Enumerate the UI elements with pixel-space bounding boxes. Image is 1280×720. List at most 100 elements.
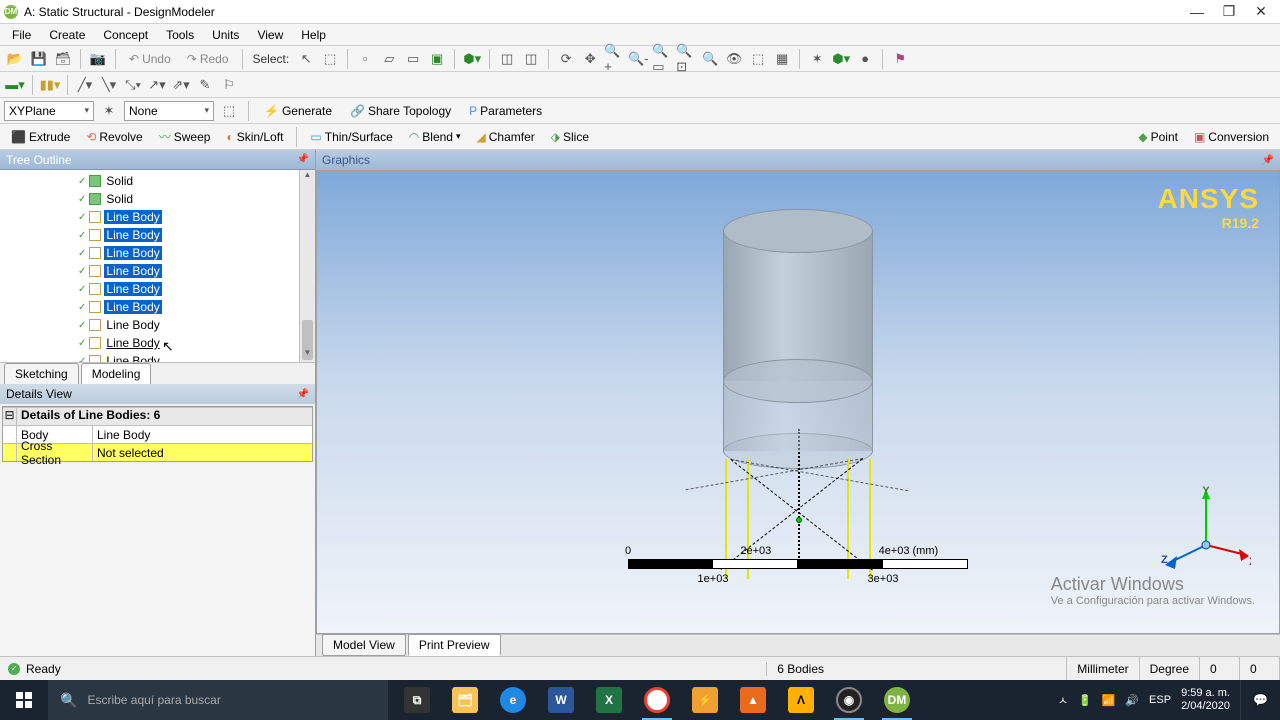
- app-designmodeler[interactable]: DM: [874, 680, 920, 720]
- tree-list[interactable]: ✓Solid✓Solid✓Line Body✓Line Body✓Line Bo…: [0, 170, 299, 362]
- blend-button[interactable]: ◠Blend▾: [402, 127, 468, 147]
- camera-icon[interactable]: 📷: [87, 48, 109, 70]
- menu-help[interactable]: Help: [293, 26, 334, 44]
- close-button[interactable]: ✕: [1254, 5, 1268, 19]
- app-edge[interactable]: e: [490, 680, 536, 720]
- tray-battery-icon[interactable]: 🔋: [1078, 694, 1092, 707]
- line1-icon[interactable]: ╱▾: [74, 74, 96, 96]
- tree-item-5[interactable]: ✓Line Body: [0, 262, 299, 280]
- taskbar-search[interactable]: 🔍 Escribe aquí para buscar: [48, 680, 388, 720]
- rect-icon[interactable]: ▬▾: [4, 74, 26, 96]
- filter-point-icon[interactable]: ▫: [354, 48, 376, 70]
- open-icon[interactable]: 📂: [4, 48, 26, 70]
- sweep-button[interactable]: 〰Sweep: [152, 125, 218, 148]
- line4-icon[interactable]: ↗▾: [146, 74, 168, 96]
- details-row-1[interactable]: Cross SectionNot selected: [3, 443, 312, 461]
- tree-scrollbar[interactable]: ▲ ▼: [299, 170, 315, 362]
- maximize-button[interactable]: ❐: [1222, 5, 1236, 19]
- pan-icon[interactable]: ✥: [579, 48, 601, 70]
- task-view-button[interactable]: ⧉: [394, 680, 440, 720]
- filter-face-icon[interactable]: ▭: [402, 48, 424, 70]
- tree-item-1[interactable]: ✓Solid: [0, 190, 299, 208]
- rotate-icon[interactable]: ⟳: [555, 48, 577, 70]
- scroll-down-icon[interactable]: ▼: [300, 348, 315, 362]
- tree-item-7[interactable]: ✓Line Body: [0, 298, 299, 316]
- app-obs[interactable]: ◉: [826, 680, 872, 720]
- tray-wifi-icon[interactable]: 📶: [1102, 694, 1116, 707]
- plane-icon[interactable]: ✶: [806, 48, 828, 70]
- tree-item-3[interactable]: ✓Line Body: [0, 226, 299, 244]
- tree-item-2[interactable]: ✓Line Body: [0, 208, 299, 226]
- redo-button[interactable]: ↷Redo: [180, 49, 236, 69]
- parameters-button[interactable]: PParameters: [462, 101, 549, 121]
- pencil-icon[interactable]: ✎: [194, 74, 216, 96]
- tray-language[interactable]: ESP: [1149, 694, 1171, 706]
- menu-tools[interactable]: Tools: [158, 26, 202, 44]
- iso-icon[interactable]: ⬚: [747, 48, 769, 70]
- magnify-icon[interactable]: 🔍: [699, 48, 721, 70]
- generate-button[interactable]: ⚡Generate: [257, 101, 339, 121]
- zoom-fit-icon[interactable]: 🔍⊡: [675, 48, 697, 70]
- tree-item-9[interactable]: ✓Line Body: [0, 334, 299, 352]
- tree-item-0[interactable]: ✓Solid: [0, 172, 299, 190]
- conversion-button[interactable]: ▣Conversion: [1187, 127, 1276, 147]
- orientation-triad[interactable]: Y X Z: [1161, 485, 1251, 575]
- thin-surface-button[interactable]: ▭Thin/Surface: [303, 127, 399, 147]
- line2-icon[interactable]: ╲▾: [98, 74, 120, 96]
- plane-new-icon[interactable]: ✶: [98, 100, 120, 122]
- viewport[interactable]: ANSYS R19.2 0 2e+03: [316, 170, 1280, 634]
- zoom-out-icon[interactable]: 🔍-: [627, 48, 649, 70]
- tree-item-10[interactable]: ✓Line Body: [0, 352, 299, 362]
- slice-button[interactable]: ⬗Slice: [544, 127, 596, 147]
- app-explorer[interactable]: 🗂: [442, 680, 488, 720]
- sketch-new-icon[interactable]: ⬚: [218, 100, 240, 122]
- undo-button[interactable]: ↶Undo: [122, 49, 178, 69]
- save-all-icon[interactable]: 🗃: [52, 48, 74, 70]
- notifications-button[interactable]: 💬: [1240, 680, 1280, 720]
- tray-clock[interactable]: 9:59 a. m. 2/04/2020: [1181, 687, 1230, 713]
- share-topology-button[interactable]: 🔗Share Topology: [343, 101, 458, 121]
- tray-volume-icon[interactable]: 🔊: [1125, 694, 1139, 707]
- pin-icon[interactable]: 📌: [297, 389, 309, 400]
- menu-units[interactable]: Units: [204, 26, 247, 44]
- select-new-icon[interactable]: ⬚: [319, 48, 341, 70]
- zoom-box-icon[interactable]: 🔍▭: [651, 48, 673, 70]
- start-button[interactable]: [0, 680, 48, 720]
- menu-create[interactable]: Create: [41, 26, 93, 44]
- app-ansys[interactable]: ⚡: [682, 680, 728, 720]
- tab-modeling[interactable]: Modeling: [81, 363, 152, 384]
- filter-body-icon[interactable]: ▣: [426, 48, 448, 70]
- extend2-icon[interactable]: ◫: [520, 48, 542, 70]
- plane-combo[interactable]: XYPlane: [4, 101, 94, 121]
- look-at-icon[interactable]: 👁: [723, 48, 745, 70]
- tab-sketching[interactable]: Sketching: [4, 363, 79, 384]
- tree-item-8[interactable]: ✓Line Body: [0, 316, 299, 334]
- flag-icon[interactable]: ⚑: [889, 48, 911, 70]
- system-tray[interactable]: ㅅ 🔋 📶 🔊 ESP 9:59 a. m. 2/04/2020: [1048, 687, 1240, 713]
- zoom-in-icon[interactable]: 🔍+: [603, 48, 625, 70]
- line5-icon[interactable]: ⇗▾: [170, 74, 192, 96]
- scroll-up-icon[interactable]: ▲: [300, 170, 315, 184]
- filter-edge-icon[interactable]: ▱: [378, 48, 400, 70]
- view-icon[interactable]: ▦: [771, 48, 793, 70]
- dot-icon[interactable]: ●: [854, 48, 876, 70]
- save-icon[interactable]: 💾: [28, 48, 50, 70]
- menu-concept[interactable]: Concept: [95, 26, 156, 44]
- select-cursor-icon[interactable]: ↖: [295, 48, 317, 70]
- flag2-icon[interactable]: ⚐: [218, 74, 240, 96]
- app-excel[interactable]: X: [586, 680, 632, 720]
- tree-item-6[interactable]: ✓Line Body: [0, 280, 299, 298]
- extrude-button[interactable]: ⬛Extrude: [4, 127, 77, 147]
- bars-icon[interactable]: ▮▮▾: [39, 74, 61, 96]
- tray-overflow-icon[interactable]: ㅅ: [1058, 692, 1068, 708]
- app-ansys2[interactable]: Λ: [778, 680, 824, 720]
- app-chrome[interactable]: [634, 680, 680, 720]
- menu-file[interactable]: File: [4, 26, 39, 44]
- revolve-button[interactable]: ⟲Revolve: [79, 127, 149, 147]
- tab-print-preview[interactable]: Print Preview: [408, 634, 501, 656]
- chamfer-button[interactable]: ◢Chamfer: [470, 127, 542, 147]
- pin-icon[interactable]: 📌: [1262, 155, 1274, 166]
- skinloft-button[interactable]: ◐Skin/Loft: [219, 127, 290, 147]
- tree-item-4[interactable]: ✓Line Body: [0, 244, 299, 262]
- sketch-combo[interactable]: None: [124, 101, 214, 121]
